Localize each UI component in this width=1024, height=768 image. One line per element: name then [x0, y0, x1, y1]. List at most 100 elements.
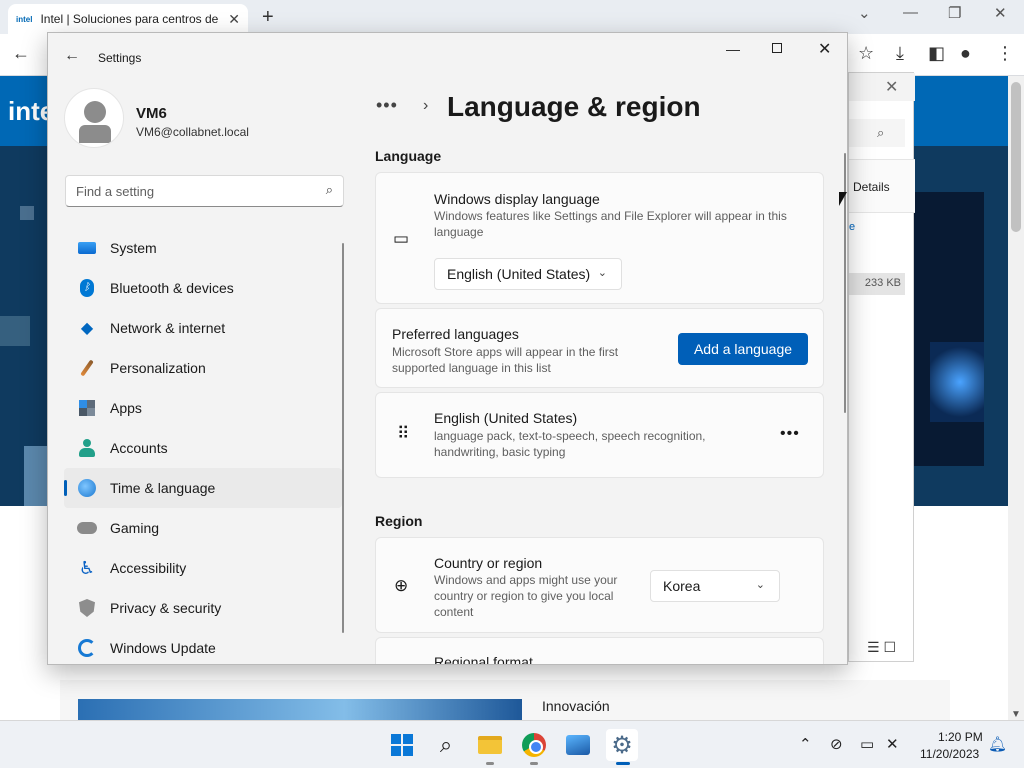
hero-glow	[930, 342, 984, 422]
avatar-body	[79, 125, 111, 143]
more-options-button[interactable]: •••	[780, 425, 800, 443]
new-tab-button[interactable]: +	[262, 6, 274, 29]
avatar[interactable]	[64, 88, 124, 148]
close-icon[interactable]: ✕	[818, 39, 831, 59]
country-region-title: Country or region	[434, 555, 543, 571]
menu-kebab-icon[interactable]: ⋮	[996, 43, 1014, 64]
country-region-dropdown[interactable]: Korea ⌄	[650, 570, 780, 602]
sidebar-item-apps[interactable]: Apps	[64, 388, 342, 428]
preferred-languages-title: Preferred languages	[392, 326, 519, 342]
sidebar-item-label: Gaming	[110, 520, 160, 536]
add-language-button[interactable]: Add a language	[678, 333, 808, 365]
chrome-icon	[522, 733, 546, 757]
display-language-description: Windows features like Settings and File …	[434, 209, 787, 239]
search-icon: ⌕	[325, 182, 333, 197]
preferred-languages-description: Microsoft Store apps will appear in the …	[392, 345, 619, 375]
sidebar-item-windows-update[interactable]: Windows Update	[64, 628, 342, 664]
active-indicator	[616, 762, 630, 765]
side-panel-icon[interactable]: ◧	[928, 43, 945, 64]
scroll-down-icon[interactable]: ▼	[1011, 709, 1021, 720]
maximize-icon[interactable]	[772, 43, 782, 53]
notification-bell-icon[interactable]: 🔔︎	[988, 735, 1007, 753]
regional-format-card[interactable]: Regional format	[375, 637, 824, 665]
drag-handle-icon[interactable]: ⠿	[397, 424, 409, 444]
minimize-icon[interactable]: —	[726, 41, 740, 57]
browser-close-icon[interactable]: ✕	[994, 4, 1007, 22]
installed-language-title: English (United States)	[434, 410, 578, 426]
tab-search-icon[interactable]: ⌄	[858, 4, 871, 22]
hero-decoration	[24, 446, 48, 506]
chevron-up-icon[interactable]: ⌃	[799, 735, 812, 753]
taskbar-chrome[interactable]	[518, 729, 550, 765]
browser-tab[interactable]: intel Intel | Soluciones para centros de…	[8, 4, 248, 34]
taskbar: ⌕ ⚙ ⌃ ⊘ ▭ ✕ 1:20 PM 11/20/2023 🔔︎	[0, 720, 1024, 768]
start-button[interactable]	[386, 729, 418, 761]
sidebar-item-time-language[interactable]: Time & language	[64, 468, 342, 508]
dropdown-value: Korea	[663, 578, 701, 594]
time-language-icon	[76, 477, 98, 499]
details-label[interactable]: Details	[853, 180, 890, 194]
taskbar-file-explorer[interactable]	[474, 729, 506, 765]
network-disconnected-icon[interactable]: ⊘	[830, 735, 843, 753]
tab-close-icon[interactable]: ✕	[228, 11, 240, 28]
back-arrow-icon[interactable]: ←	[12, 43, 30, 64]
preferred-languages-card: Preferred languages Microsoft Store apps…	[375, 308, 824, 388]
gamepad-icon	[76, 517, 98, 539]
search-input[interactable]: Find a setting ⌕	[65, 175, 344, 207]
explorer-titlebar	[849, 73, 915, 101]
back-arrow-icon[interactable]: ←	[64, 47, 80, 65]
chevron-right-icon: ›	[423, 97, 429, 114]
browser-restore-icon[interactable]: ❐	[948, 4, 961, 22]
sidebar-scrollbar[interactable]	[342, 243, 344, 633]
taskbar-search-button[interactable]: ⌕	[430, 729, 462, 761]
download-icon[interactable]: ⤓	[896, 43, 904, 64]
sidebar-item-accessibility[interactable]: ♿ Accessibility	[64, 548, 342, 588]
browser-tab-bar: intel Intel | Soluciones para centros de…	[0, 0, 1024, 34]
page-scrollbar[interactable]: ▼	[1008, 76, 1024, 720]
hero-image	[914, 192, 984, 466]
bookmark-star-icon[interactable]: ☆	[858, 43, 874, 64]
folder-icon	[478, 736, 502, 754]
sidebar-item-bluetooth[interactable]: ᛒ Bluetooth & devices	[64, 268, 342, 308]
breadcrumb-more-button[interactable]: •••	[376, 95, 398, 116]
avatar-head	[84, 101, 106, 123]
content-heading[interactable]: Innovación	[542, 698, 610, 714]
display-language-dropdown[interactable]: English (United States) ⌄	[434, 258, 622, 290]
sidebar-item-label: Network & internet	[110, 320, 226, 336]
windows-logo-icon	[391, 734, 413, 756]
sidebar-item-accounts[interactable]: Accounts	[64, 428, 342, 468]
taskbar-photos[interactable]	[562, 729, 594, 761]
explorer-close-icon[interactable]: ✕	[885, 77, 898, 97]
display-language-title: Windows display language	[434, 191, 600, 207]
display-icon[interactable]: ▭	[860, 735, 874, 753]
page-scrollbar-thumb[interactable]	[1011, 82, 1021, 232]
view-toggle-icons[interactable]: ☰ ☐	[867, 639, 896, 656]
window-title: Settings	[98, 51, 142, 65]
bluetooth-icon: ᛒ	[76, 277, 98, 299]
sidebar-item-personalization[interactable]: Personalization	[64, 348, 342, 388]
sidebar-item-system[interactable]: System	[64, 228, 342, 268]
clock-date[interactable]: 11/20/2023	[920, 747, 979, 761]
installed-language-description: language pack, text-to-speech, speech re…	[434, 429, 706, 459]
regional-format-title: Regional format	[434, 654, 533, 665]
running-indicator	[530, 762, 538, 765]
browser-minimize-icon[interactable]: —	[903, 4, 918, 21]
installed-language-card[interactable]: ⠿ English (United States) language pack,…	[375, 392, 824, 478]
sidebar-item-privacy[interactable]: Privacy & security	[64, 588, 342, 628]
explorer-link-fragment[interactable]: e	[849, 221, 855, 233]
laptop-icon: ▭	[393, 229, 410, 248]
accessibility-icon: ♿	[78, 557, 96, 578]
taskbar-settings[interactable]: ⚙	[606, 729, 638, 765]
sidebar-item-gaming[interactable]: Gaming	[64, 508, 342, 548]
sidebar-item-label: Windows Update	[110, 640, 216, 656]
sidebar-item-network[interactable]: ◆ Network & internet	[64, 308, 342, 348]
tab-title: Intel | Soluciones para centros de	[40, 12, 219, 26]
volume-muted-icon[interactable]: ✕	[886, 735, 899, 753]
explorer-search[interactable]: ⌕	[849, 119, 905, 147]
clock-time[interactable]: 1:20 PM	[938, 730, 983, 744]
dropdown-value: English (United States)	[447, 266, 591, 282]
sidebar-item-label: Time & language	[110, 480, 216, 496]
intel-favicon: intel	[16, 14, 33, 24]
settings-window: ← Settings — ✕ VM6 VM6@collabnet.local F…	[47, 32, 848, 665]
profile-icon[interactable]: ●	[960, 43, 971, 64]
